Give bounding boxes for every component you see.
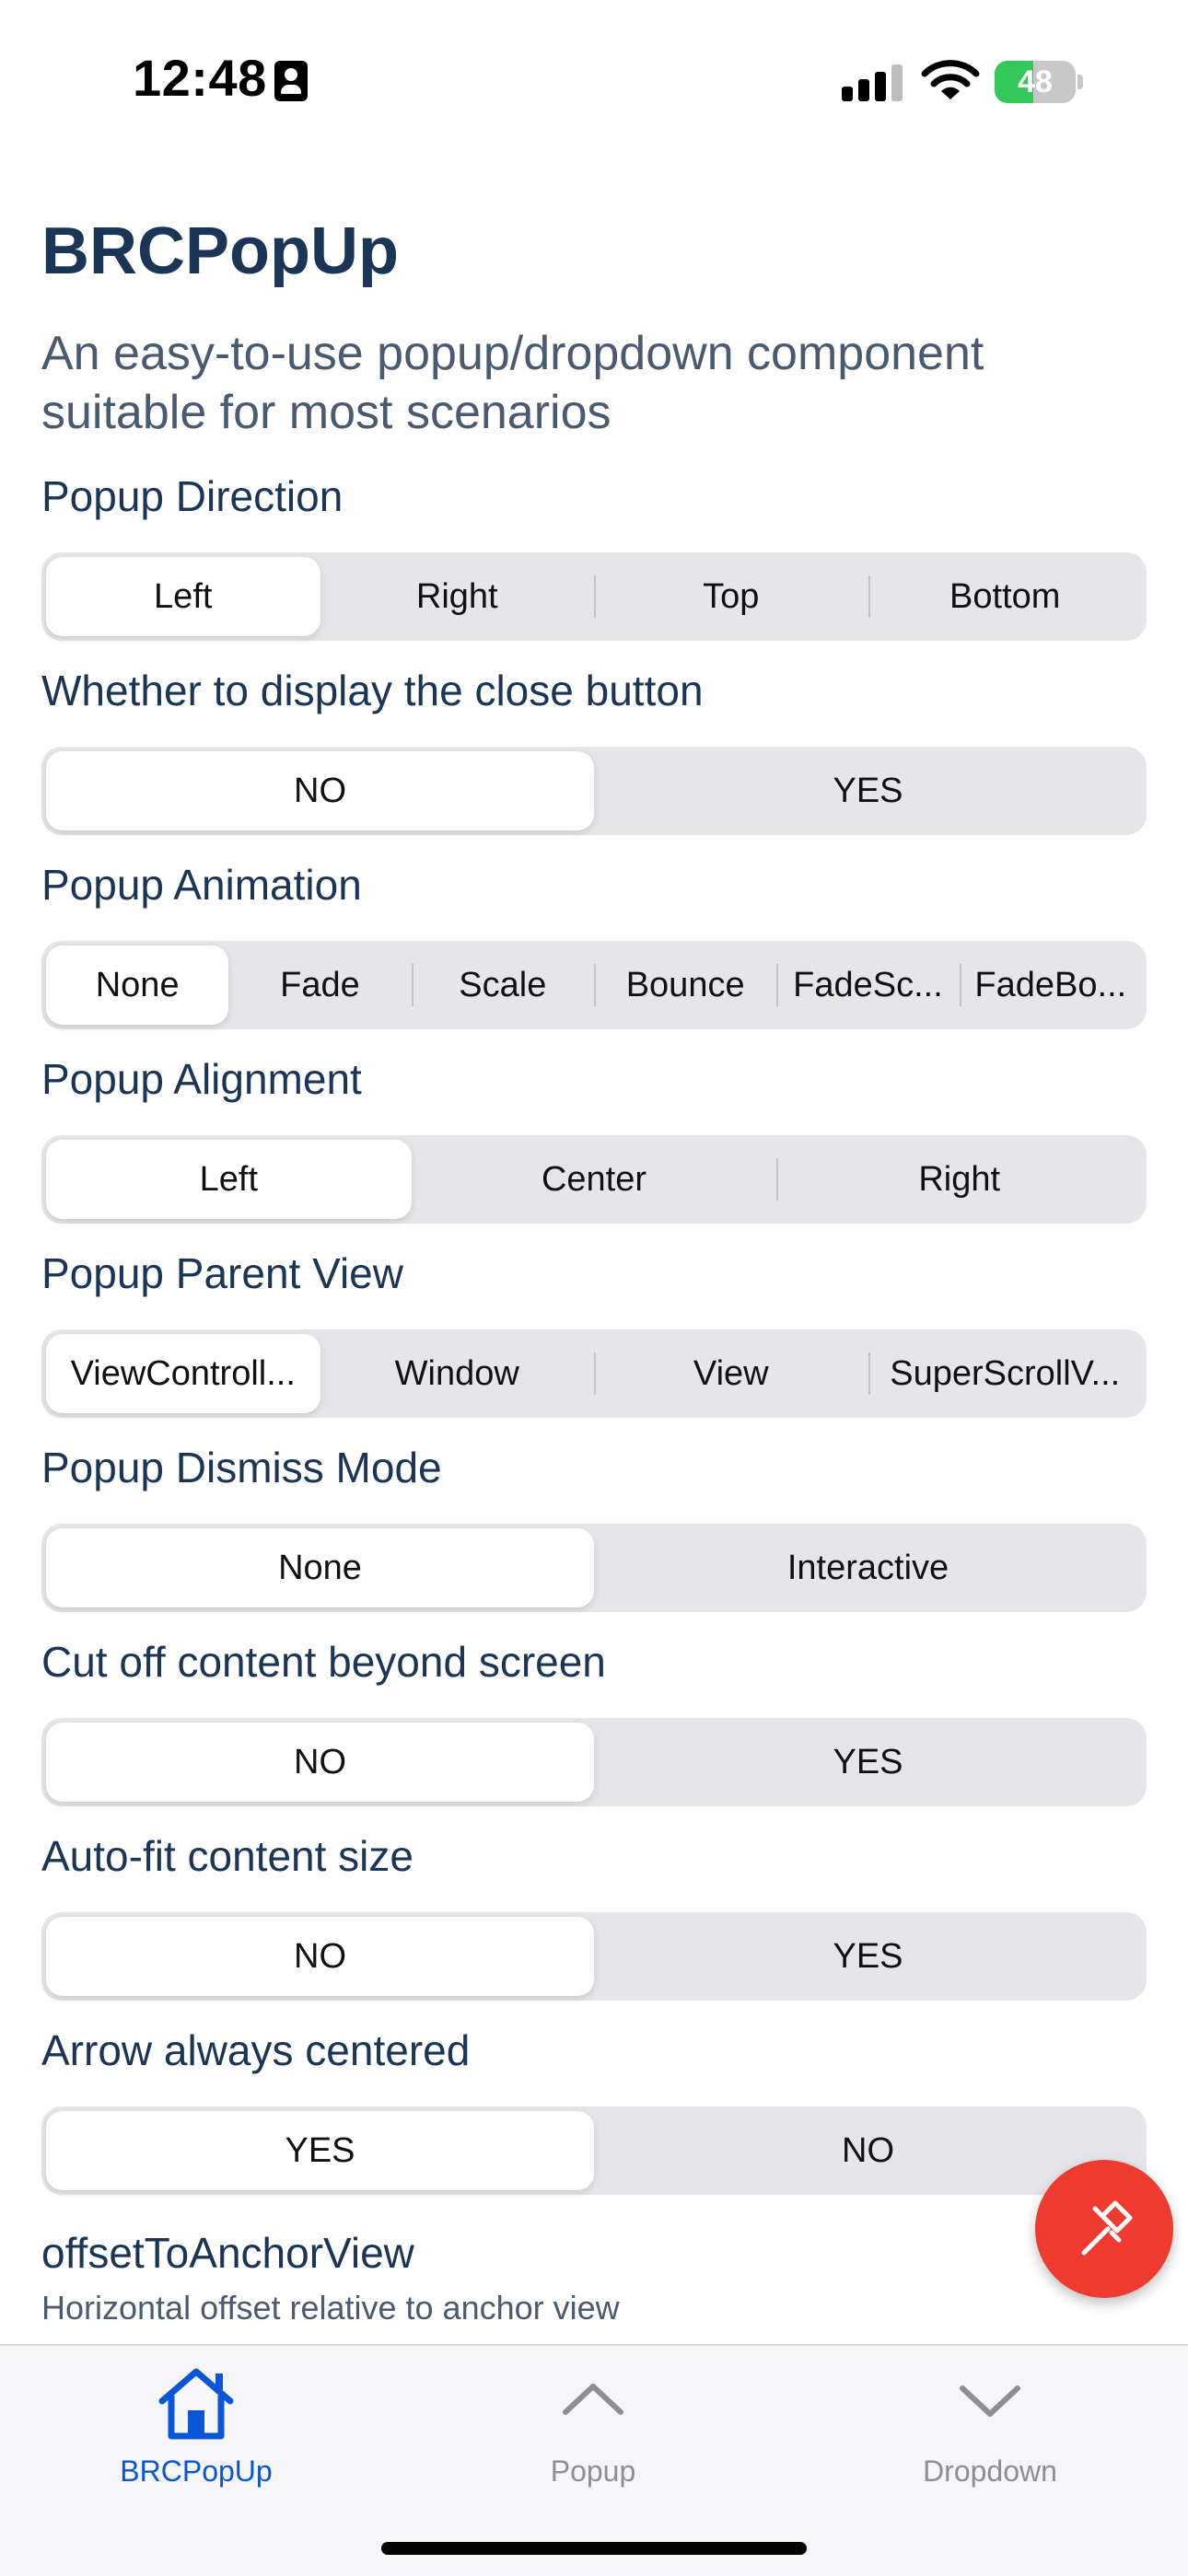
section-label-popup-alignment: Popup Alignment <box>41 1055 362 1103</box>
segment-option-yes[interactable]: YES <box>46 2111 594 2190</box>
segment-option-window[interactable]: Window <box>320 1334 595 1413</box>
segment-option-right[interactable]: Right <box>776 1140 1142 1219</box>
contact-card-icon <box>274 61 308 101</box>
section-label-popup-animation: Popup Animation <box>41 861 362 909</box>
tab-brcpopup[interactable]: BRCPopUp <box>58 2346 334 2512</box>
house-icon <box>150 2364 242 2442</box>
tab-label: BRCPopUp <box>120 2454 273 2488</box>
segmented-control-whether-to-display-the-close-button: NO YES <box>41 747 1147 835</box>
segment-option-superscrollv[interactable]: SuperScrollV... <box>868 1334 1143 1413</box>
tab-label: Popup <box>550 2454 636 2488</box>
home-indicator <box>381 2542 807 2555</box>
offset-label: offsetToAnchorView <box>41 2229 414 2277</box>
segment-option-fade[interactable]: Fade <box>228 946 411 1025</box>
section-label-whether-to-display-the-close-button: Whether to display the close button <box>41 667 704 714</box>
segment-option-no[interactable]: NO <box>46 751 594 830</box>
segment-option-yes[interactable]: YES <box>594 1723 1142 1802</box>
chevron-up-icon <box>547 2364 639 2442</box>
segment-option-label: NO <box>294 771 346 810</box>
status-bar: 12:48 48 <box>0 0 1188 157</box>
segment-option-label: NO <box>294 1742 346 1781</box>
segment-option-scale[interactable]: Scale <box>411 946 594 1025</box>
segment-option-label: Center <box>541 1159 647 1199</box>
segment-option-label: NO <box>842 2130 894 2170</box>
segment-option-label: YES <box>833 1742 903 1781</box>
segment-option-label: NO <box>294 1936 346 1976</box>
segment-option-label: Top <box>703 576 760 616</box>
tab-label: Dropdown <box>923 2454 1057 2488</box>
segment-option-bounce[interactable]: Bounce <box>593 946 776 1025</box>
segment-option-label: Scale <box>459 965 547 1004</box>
tab-dropdown[interactable]: Dropdown <box>852 2346 1128 2512</box>
segment-option-label: YES <box>833 1936 903 1976</box>
segment-option-label: SuperScrollV... <box>890 1353 1121 1393</box>
section-label-popup-dismiss-mode: Popup Dismiss Mode <box>41 1444 442 1491</box>
segment-option-label: ViewControll... <box>70 1353 296 1393</box>
section-label-auto-fit-content-size: Auto-fit content size <box>41 1832 413 1880</box>
segment-option-label: None <box>278 1548 362 1587</box>
segmented-control-cut-off-content-beyond-screen: NO YES <box>41 1718 1147 1806</box>
hammer-icon <box>1081 2200 1133 2256</box>
section-label-cut-off-content-beyond-screen: Cut off content beyond screen <box>41 1638 606 1686</box>
segment-option-label: Bounce <box>625 965 745 1004</box>
wifi-icon <box>921 57 980 103</box>
battery-percentage: 48 <box>1018 64 1053 99</box>
segment-option-label: Left <box>199 1159 259 1199</box>
cellular-signal-icon <box>842 64 903 101</box>
offset-hint: Horizontal offset relative to anchor vie… <box>41 2289 620 2327</box>
segmented-control-arrow-always-centered: YES NO <box>41 2106 1147 2195</box>
battery-icon: 48 <box>995 61 1083 103</box>
segment-option-label: Left <box>154 576 213 616</box>
segment-option-interactive[interactable]: Interactive <box>594 1528 1142 1607</box>
segment-option-label: None <box>95 965 180 1004</box>
segment-option-label: Interactive <box>786 1548 949 1587</box>
segment-option-label: View <box>693 1353 769 1393</box>
segment-option-no[interactable]: NO <box>46 1917 594 1996</box>
segment-option-label: YES <box>285 2130 355 2170</box>
segmented-control-popup-animation: None Fade Scale Bounce FadeSc... FadeBo... <box>41 941 1147 1029</box>
segment-option-no[interactable]: NO <box>46 1723 594 1802</box>
debug-tools-button[interactable] <box>1035 2160 1173 2298</box>
segmented-control-popup-parent-view: ViewControll... Window View SuperScrollV... <box>41 1329 1147 1418</box>
segment-option-right[interactable]: Right <box>320 557 595 636</box>
segment-option-center[interactable]: Center <box>412 1140 777 1219</box>
segment-option-fadebo[interactable]: FadeBo... <box>959 946 1142 1025</box>
segment-option-label: Right <box>918 1159 1001 1199</box>
section-label-popup-direction: Popup Direction <box>41 472 344 520</box>
segmented-control-popup-alignment: Left Center Right <box>41 1135 1147 1224</box>
segment-option-label: FadeSc... <box>793 965 943 1004</box>
segment-option-label: Bottom <box>949 576 1061 616</box>
segment-option-label: Right <box>415 576 498 616</box>
segment-option-view[interactable]: View <box>594 1334 868 1413</box>
segment-option-label: YES <box>833 771 903 810</box>
segment-option-top[interactable]: Top <box>594 557 868 636</box>
segment-option-left[interactable]: Left <box>46 1140 412 1219</box>
segmented-control-popup-dismiss-mode: None Interactive <box>41 1524 1147 1612</box>
segment-option-bottom[interactable]: Bottom <box>868 557 1143 636</box>
segment-option-fadesc[interactable]: FadeSc... <box>776 946 959 1025</box>
segmented-control-auto-fit-content-size: NO YES <box>41 1912 1147 2001</box>
segmented-control-popup-direction: Left Right Top Bottom <box>41 552 1147 641</box>
segment-option-yes[interactable]: YES <box>594 1917 1142 1996</box>
segment-option-label: Fade <box>280 965 360 1004</box>
page-subtitle: An easy-to-use popup/dropdown component … <box>41 327 984 439</box>
status-time: 12:48 <box>133 49 267 107</box>
segment-option-left[interactable]: Left <box>46 557 320 636</box>
segment-option-label: Window <box>394 1353 519 1393</box>
section-label-popup-parent-view: Popup Parent View <box>41 1249 403 1297</box>
segment-option-none[interactable]: None <box>46 1528 594 1607</box>
segment-option-label: FadeBo... <box>974 965 1127 1004</box>
page-title: BRCPopUp <box>41 215 399 288</box>
segment-option-yes[interactable]: YES <box>594 751 1142 830</box>
segment-option-none[interactable]: None <box>46 946 229 1025</box>
segment-option-viewcontroll[interactable]: ViewControll... <box>46 1334 320 1413</box>
tab-popup[interactable]: Popup <box>455 2346 731 2512</box>
section-label-arrow-always-centered: Arrow always centered <box>41 2026 471 2074</box>
chevron-down-icon <box>944 2364 1036 2442</box>
